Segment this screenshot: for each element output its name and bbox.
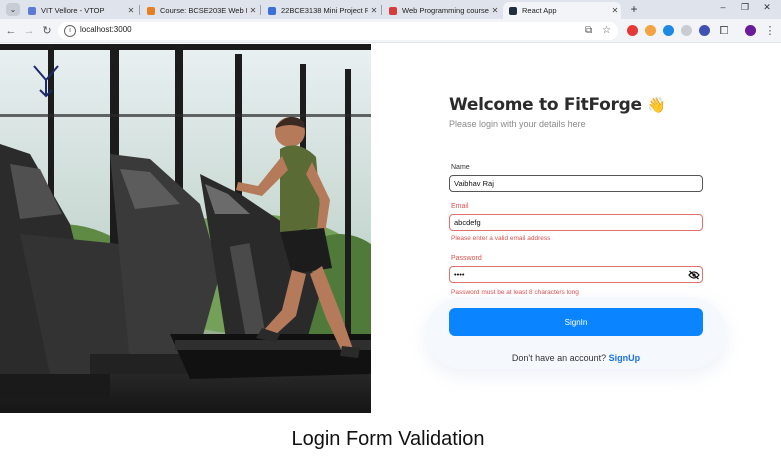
- reload-icon[interactable]: ↻: [40, 24, 54, 38]
- signup-prompt-text: Don't have an account?: [511, 353, 607, 363]
- address-bar[interactable]: i localhost:3000 ⧉ ☆: [58, 22, 618, 40]
- moodle-favicon-icon: [147, 6, 155, 15]
- tab-vtop[interactable]: VIT Vellore - VTOP ✕: [22, 2, 137, 19]
- install-app-icon[interactable]: ⧉: [585, 25, 592, 36]
- cookie-extension-icon[interactable]: [645, 25, 656, 36]
- welcome-title-text: Welcome to FitForge: [449, 95, 642, 115]
- email-error-message: Please enter a valid email address: [451, 235, 551, 242]
- back-arrow-icon[interactable]: ←: [4, 24, 18, 38]
- signup-link[interactable]: SignUp: [609, 353, 641, 363]
- password-label: Password: [451, 255, 482, 262]
- tab-divider: [260, 5, 261, 15]
- blue-extension-icon[interactable]: [663, 25, 674, 36]
- forward-arrow-icon[interactable]: →: [22, 24, 36, 38]
- welcome-subtitle: Please login with your details here: [449, 119, 586, 129]
- password-error-message: Password must be at least 8 characters l…: [451, 289, 579, 296]
- close-icon[interactable]: ✕: [368, 6, 380, 15]
- new-tab-button[interactable]: +: [627, 2, 641, 16]
- gym-hero-image: [0, 44, 371, 413]
- url-text[interactable]: localhost:3000: [80, 25, 132, 34]
- name-label: Name: [451, 164, 470, 171]
- tab-divider: [381, 5, 382, 15]
- name-field[interactable]: [449, 175, 703, 192]
- tab-react-app[interactable]: React App ✕: [503, 2, 621, 19]
- minimize-icon[interactable]: –: [713, 2, 733, 12]
- welcome-title: Welcome to FitForge 👋: [449, 95, 666, 115]
- browser-tab-bar: ⌄ VIT Vellore - VTOP ✕ Course: BCSE203E …: [0, 0, 781, 19]
- react-favicon-icon: [509, 6, 517, 15]
- site-info-icon[interactable]: i: [64, 25, 76, 37]
- adblock-extension-icon[interactable]: [627, 25, 638, 36]
- figure-caption: Login Form Validation: [291, 428, 485, 450]
- signin-button[interactable]: SignIn: [449, 308, 703, 336]
- extensions-puzzle-icon[interactable]: ⧠: [717, 24, 731, 38]
- maximize-icon[interactable]: ❐: [735, 2, 755, 13]
- bookmark-star-icon[interactable]: ☆: [602, 25, 611, 36]
- close-icon[interactable]: ✕: [489, 6, 501, 15]
- email-label: Email: [451, 203, 469, 210]
- tab-web-programming[interactable]: Web Programming course(BCS ✕: [383, 2, 501, 19]
- login-form-panel: Welcome to FitForge 👋 Please login with …: [371, 44, 781, 413]
- browser-menu-icon[interactable]: ⋮: [763, 24, 777, 38]
- profile-avatar[interactable]: [745, 25, 756, 36]
- tab-course[interactable]: Course: BCSE203E Web Progra ✕: [141, 2, 259, 19]
- email-field[interactable]: [449, 214, 703, 231]
- docs-favicon-icon: [268, 6, 276, 15]
- eye-slash-icon[interactable]: [688, 270, 700, 280]
- browser-toolbar: ← → ↻ i localhost:3000 ⧉ ☆ ⧠ ⋮: [0, 19, 781, 43]
- tab-project-report[interactable]: 22BCE3138 Mini Project Repor ✕: [262, 2, 380, 19]
- treadmill-runner-illustration: [0, 44, 371, 413]
- password-field[interactable]: [449, 266, 703, 283]
- gmail-favicon-icon: [389, 6, 397, 15]
- app-page: Welcome to FitForge 👋 Please login with …: [0, 44, 781, 413]
- close-icon[interactable]: ✕: [247, 6, 259, 15]
- tab-search-chevron-icon[interactable]: ⌄: [6, 3, 20, 16]
- dark-extension-icon[interactable]: [699, 25, 710, 36]
- grey-extension-icon[interactable]: [681, 25, 692, 36]
- waving-hand-icon: 👋: [647, 96, 666, 114]
- window-close-icon[interactable]: ✕: [757, 2, 777, 13]
- close-icon[interactable]: ✕: [125, 6, 137, 15]
- vtop-favicon-icon: [28, 6, 36, 15]
- tab-divider: [139, 5, 140, 15]
- signup-prompt-row: Don't have an account? SignUp: [449, 353, 703, 363]
- close-icon[interactable]: ✕: [609, 6, 621, 15]
